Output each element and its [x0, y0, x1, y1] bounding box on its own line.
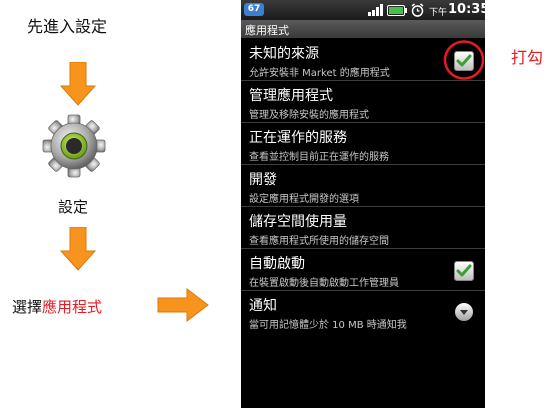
setting-development[interactable]: 開發 設定應用程式開發的選項 [241, 165, 485, 207]
setting-title: 儲存空間使用量 [249, 214, 347, 230]
setting-auto-start[interactable]: 自動啟動 在裝置啟動後自動啟動工作管理員 [241, 249, 485, 291]
choose-prefix: 選擇 [12, 298, 43, 316]
tick-label: 打勾 [511, 48, 544, 67]
setting-title: 管理應用程式 [249, 88, 333, 104]
setting-subtitle: 管理及移除安裝的應用程式 [249, 110, 369, 121]
settings-label: 設定 [58, 198, 89, 216]
setting-running-services[interactable]: 正在運作的服務 查看並控制目前正在運作的服務 [241, 123, 485, 165]
highlight-circle [443, 40, 485, 80]
status-bar: 67 下午 10:35 [241, 0, 485, 20]
setting-subtitle: 查看並控制目前正在運作的服務 [249, 152, 389, 163]
setting-manage-apps[interactable]: 管理應用程式 管理及移除安裝的應用程式 [241, 81, 485, 123]
time-prefix: 下午 [429, 8, 448, 18]
chevron-down-icon [460, 310, 468, 315]
alarm-icon [411, 3, 424, 17]
screen-title-bar: 應用程式 [241, 20, 485, 38]
setting-subtitle: 在裝置啟動後自動啟動工作管理員 [249, 278, 399, 289]
battery-icon [387, 5, 407, 16]
auto-start-checkbox[interactable] [454, 261, 474, 281]
screen-title: 應用程式 [245, 24, 289, 37]
setting-title: 開發 [249, 172, 277, 188]
setting-subtitle: 允許安裝非 Market 的應用程式 [249, 68, 390, 79]
choose-highlight: 應用程式 [42, 298, 103, 316]
choose-apps-label: 選擇應用程式 [12, 296, 102, 317]
setting-subtitle: 設定應用程式開發的選項 [249, 194, 359, 205]
setting-title: 未知的來源 [249, 46, 319, 62]
notify-dropdown-button[interactable] [455, 303, 473, 321]
setting-subtitle: 查看應用程式所使用的儲存空間 [249, 236, 389, 247]
setting-subtitle: 當可用記憶體少於 10 MB 時通知我 [249, 320, 407, 331]
setting-title: 正在運作的服務 [249, 130, 347, 146]
step1-label: 先進入設定 [27, 17, 108, 36]
setting-title: 自動啟動 [249, 256, 305, 272]
checkmark-icon [456, 264, 472, 277]
down-arrow-1 [60, 62, 96, 106]
signal-icon [368, 4, 383, 16]
setting-title: 通知 [249, 298, 277, 314]
clock: 10:35 [448, 2, 485, 17]
right-arrow [157, 288, 209, 322]
setting-storage-use[interactable]: 儲存空間使用量 查看應用程式所使用的儲存空間 [241, 207, 485, 249]
notification-badge: 67 [244, 3, 264, 16]
gear-icon [42, 114, 106, 178]
setting-notify[interactable]: 通知 當可用記憶體少於 10 MB 時通知我 [241, 291, 485, 332]
down-arrow-2 [60, 227, 96, 271]
